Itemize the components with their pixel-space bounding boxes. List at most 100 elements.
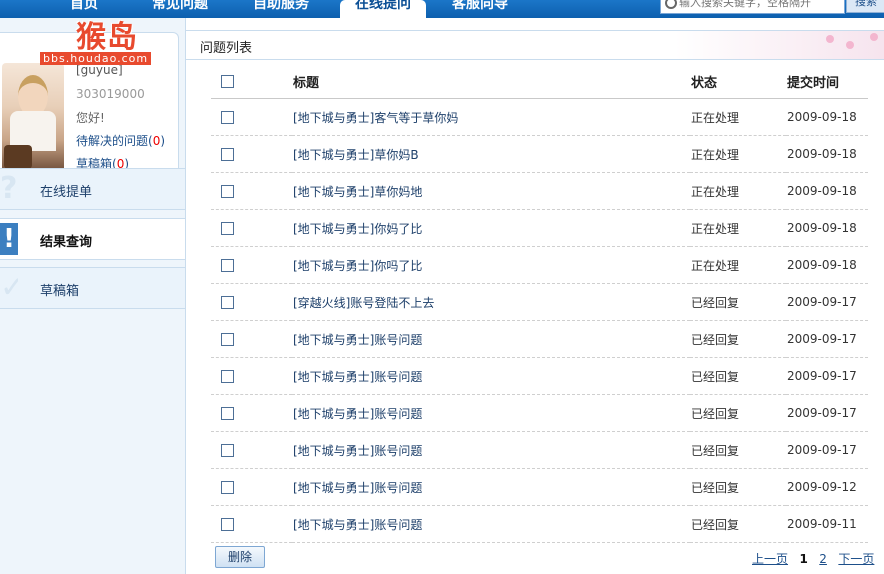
table-row: [地下城与勇士]你吗了比 正在处理 2009-09-18 bbox=[211, 246, 868, 284]
search-button[interactable]: 搜索 bbox=[846, 0, 884, 13]
question-status: 已经回复 bbox=[690, 320, 786, 358]
question-status: 正在处理 bbox=[690, 98, 786, 136]
table-header-row: 标题 状态 提交时间 bbox=[211, 64, 868, 99]
column-header-time: 提交时间 bbox=[786, 64, 868, 99]
table-row: [地下城与勇士]账号问题 已经回复 2009-09-12 bbox=[211, 468, 868, 506]
question-status: 已经回复 bbox=[690, 283, 786, 321]
question-time: 2009-09-17 bbox=[786, 357, 868, 395]
question-title-link[interactable]: [地下城与勇士]你妈了比 bbox=[293, 222, 422, 236]
question-title-link[interactable]: [地下城与勇士]账号问题 bbox=[293, 444, 422, 458]
row-checkbox[interactable] bbox=[221, 148, 234, 161]
sidebar-item-label: 在线提单 bbox=[40, 185, 93, 200]
row-checkbox[interactable] bbox=[221, 333, 234, 346]
question-title-link[interactable]: [地下城与勇士]账号问题 bbox=[293, 370, 422, 384]
row-checkbox[interactable] bbox=[221, 518, 234, 531]
sidebar-item-label: 草稿箱 bbox=[40, 284, 80, 299]
table-row: [地下城与勇士]客气等于草你妈 正在处理 2009-09-18 bbox=[211, 98, 868, 136]
pending-questions-link[interactable]: 待解决的问题(0) bbox=[76, 132, 165, 149]
sidebar: [guyue] 303019000 您好! 待解决的问题(0) 草稿箱(0) ?… bbox=[0, 18, 186, 574]
profile-greeting: 您好! bbox=[76, 111, 105, 125]
page-number[interactable]: 2 bbox=[819, 552, 827, 566]
row-checkbox[interactable] bbox=[221, 259, 234, 272]
tab-service-guide[interactable]: 客服向导 bbox=[452, 0, 518, 18]
check-icon: ✓ bbox=[0, 272, 18, 304]
question-time: 2009-09-11 bbox=[786, 505, 868, 543]
select-all-checkbox[interactable] bbox=[221, 74, 234, 88]
question-time: 2009-09-18 bbox=[786, 98, 868, 136]
question-table: 标题 状态 提交时间 [地下城与勇士]客气等于草你妈 正在处理 2009-09-18… bbox=[211, 64, 868, 543]
next-page-link[interactable]: 下一页 bbox=[838, 552, 874, 566]
logo-text: 猴岛 bbox=[76, 20, 138, 55]
sidebar-item-drafts[interactable]: ✓ 草稿箱 bbox=[0, 267, 185, 309]
sidebar-item-label: 结果查询 bbox=[40, 235, 93, 250]
question-status: 已经回复 bbox=[690, 394, 786, 432]
prev-page-link[interactable]: 上一页 bbox=[752, 552, 788, 566]
column-header-status: 状态 bbox=[690, 64, 786, 99]
table-row: [地下城与勇士]账号问题 已经回复 2009-09-17 bbox=[211, 431, 868, 469]
question-title-link[interactable]: [地下城与勇士]账号问题 bbox=[293, 518, 422, 532]
question-time: 2009-09-18 bbox=[786, 246, 868, 284]
question-status: 正在处理 bbox=[690, 246, 786, 284]
blossom-decoration bbox=[826, 35, 834, 43]
question-time: 2009-09-17 bbox=[786, 283, 868, 321]
table-row: [地下城与勇士]草你妈B 正在处理 2009-09-18 bbox=[211, 135, 868, 173]
table-row: [地下城与勇士]草你妈地 正在处理 2009-09-18 bbox=[211, 172, 868, 210]
row-checkbox[interactable] bbox=[221, 296, 234, 309]
question-title-link[interactable]: [地下城与勇士]你吗了比 bbox=[293, 259, 422, 273]
question-title-link[interactable]: [地下城与勇士]客气等于草你妈 bbox=[293, 111, 458, 125]
question-status: 已经回复 bbox=[690, 505, 786, 543]
row-checkbox[interactable] bbox=[221, 222, 234, 235]
search-box bbox=[660, 0, 845, 14]
question-status: 正在处理 bbox=[690, 209, 786, 247]
question-title-link[interactable]: [地下城与勇士]账号问题 bbox=[293, 407, 422, 421]
question-title-link[interactable]: [地下城与勇士]账号问题 bbox=[293, 481, 422, 495]
profile-user-id: 303019000 bbox=[76, 87, 145, 101]
question-title-link[interactable]: [地下城与勇士]草你妈地 bbox=[293, 185, 422, 199]
row-checkbox[interactable] bbox=[221, 111, 234, 124]
delete-button[interactable]: 删除 bbox=[215, 546, 265, 568]
tab-self-service[interactable]: 自助服务 bbox=[253, 0, 319, 18]
panel-header: 问题列表 bbox=[186, 30, 884, 60]
table-row: [地下城与勇士]你妈了比 正在处理 2009-09-18 bbox=[211, 209, 868, 247]
question-time: 2009-09-17 bbox=[786, 431, 868, 469]
blossom-decoration bbox=[870, 33, 878, 41]
exclamation-icon: ! bbox=[0, 223, 18, 255]
row-checkbox[interactable] bbox=[221, 444, 234, 457]
table-row: [地下城与勇士]账号问题 已经回复 2009-09-17 bbox=[211, 320, 868, 358]
question-time: 2009-09-17 bbox=[786, 320, 868, 358]
search-icon bbox=[665, 0, 677, 9]
row-checkbox[interactable] bbox=[221, 185, 234, 198]
question-title-link[interactable]: [地下城与勇士]账号问题 bbox=[293, 333, 422, 347]
question-title-link[interactable]: [地下城与勇士]草你妈B bbox=[293, 148, 419, 162]
question-title-link[interactable]: [穿越火线]账号登陆不上去 bbox=[293, 296, 434, 310]
question-status: 正在处理 bbox=[690, 172, 786, 210]
site-logo[interactable]: 猴岛 bbs.houdao.com bbox=[4, 6, 154, 66]
page-number: 1 bbox=[799, 552, 808, 566]
logo-url: bbs.houdao.com bbox=[40, 52, 152, 65]
row-checkbox[interactable] bbox=[221, 481, 234, 494]
table-row: [穿越火线]账号登陆不上去 已经回复 2009-09-17 bbox=[211, 283, 868, 321]
table-row: [地下城与勇士]账号问题 已经回复 2009-09-17 bbox=[211, 394, 868, 432]
question-time: 2009-09-18 bbox=[786, 209, 868, 247]
pending-label: 待解决的问题( bbox=[76, 134, 153, 148]
row-checkbox[interactable] bbox=[221, 407, 234, 420]
question-time: 2009-09-17 bbox=[786, 394, 868, 432]
question-time: 2009-09-18 bbox=[786, 135, 868, 173]
question-time: 2009-09-12 bbox=[786, 468, 868, 506]
row-checkbox[interactable] bbox=[221, 370, 234, 383]
question-time: 2009-09-18 bbox=[786, 172, 868, 210]
question-status: 已经回复 bbox=[690, 431, 786, 469]
avatar bbox=[2, 63, 64, 173]
tab-faq[interactable]: 常见问题 bbox=[152, 0, 218, 18]
sidebar-item-result-query[interactable]: ! 结果查询 bbox=[0, 218, 185, 260]
search-input[interactable] bbox=[679, 0, 839, 9]
question-status: 已经回复 bbox=[690, 468, 786, 506]
question-status: 正在处理 bbox=[690, 135, 786, 173]
blossom-decoration bbox=[846, 41, 854, 49]
question-icon: ? bbox=[0, 173, 18, 205]
column-header-title: 标题 bbox=[292, 64, 690, 99]
table-row: [地下城与勇士]账号问题 已经回复 2009-09-17 bbox=[211, 357, 868, 395]
sidebar-item-online-ticket[interactable]: ? 在线提单 bbox=[0, 168, 185, 210]
pending-close-paren: ) bbox=[160, 134, 166, 148]
tab-online-question[interactable]: 在线提问 bbox=[340, 0, 426, 18]
